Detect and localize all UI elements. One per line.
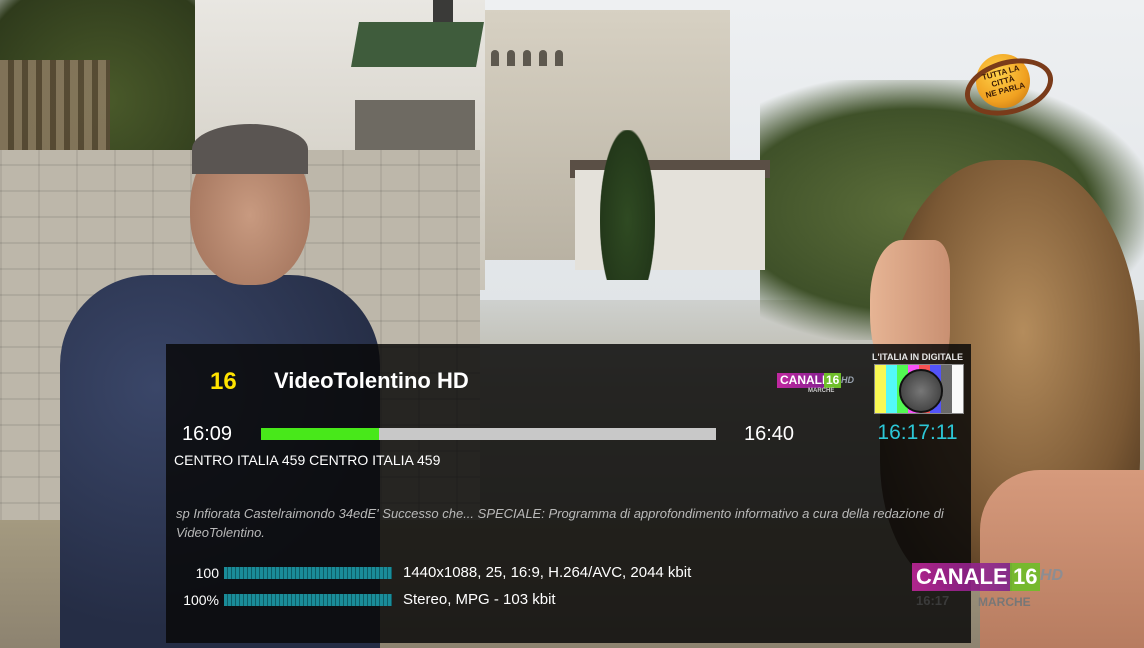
provider-logo-number: 16 <box>824 373 842 388</box>
digitale-label: L'ITALIA IN DIGITALE <box>872 352 963 362</box>
event-progress-bar <box>261 428 716 440</box>
event-start-time: 16:09 <box>182 423 233 445</box>
provider-logo-region: MARCHE <box>808 388 835 394</box>
event-progress-fill <box>261 428 380 440</box>
event-description: sp Infiorata Castelraimondo 34edE' Succe… <box>176 506 944 540</box>
cypress-tree <box>600 130 655 280</box>
video-signal-row: 100 1440x1088, 25, 16:9, H.264/AVC, 2044… <box>166 563 971 583</box>
green-awning <box>351 22 484 67</box>
video-level-bar <box>224 567 392 579</box>
current-clock: 16:17:11 <box>877 421 958 444</box>
watermark-time: 16:17 <box>916 593 950 608</box>
event-end-time: 16:40 <box>744 423 795 445</box>
event-title: CENTRO ITALIA 459 CENTRO ITALIA 459 <box>174 452 441 468</box>
watermark-hd: HD <box>1040 567 1064 584</box>
audio-signal-row: 100% Stereo, MPG - 103 kbit <box>166 590 971 610</box>
audio-stream-info: Stereo, MPG - 103 kbit <box>403 591 556 608</box>
audio-level-bar <box>224 594 392 606</box>
audio-level-fill <box>224 594 392 606</box>
video-level-fill <box>224 567 392 579</box>
channel-watermark: CANALE 16 HD 16:17 MARCHE <box>912 563 1072 613</box>
channel-info-banner: 16 VideoTolentino HD CANALE 16 HD MARCHE… <box>166 344 971 643</box>
watermark-number: 16 <box>1010 563 1041 591</box>
provider-logo: CANALE 16 HD MARCHE <box>777 373 857 397</box>
watermark-name: CANALE <box>912 563 1012 591</box>
channel-number: 16 <box>210 368 237 395</box>
test-card-icon <box>874 364 964 414</box>
channel-name: VideoTolentino HD <box>274 368 469 393</box>
video-level-label: 100 <box>195 565 219 581</box>
audio-level-label: 100% <box>183 592 219 608</box>
provider-logo-hd: HD <box>841 375 854 385</box>
test-card-logo: L'ITALIA IN DIGITALE <box>870 352 965 414</box>
program-logo: TUTTA LA CITTÀ NE PARLA <box>958 42 1060 125</box>
watermark-region: MARCHE <box>978 595 1031 609</box>
video-stream-info: 1440x1088, 25, 16:9, H.264/AVC, 2044 kbi… <box>403 564 692 581</box>
